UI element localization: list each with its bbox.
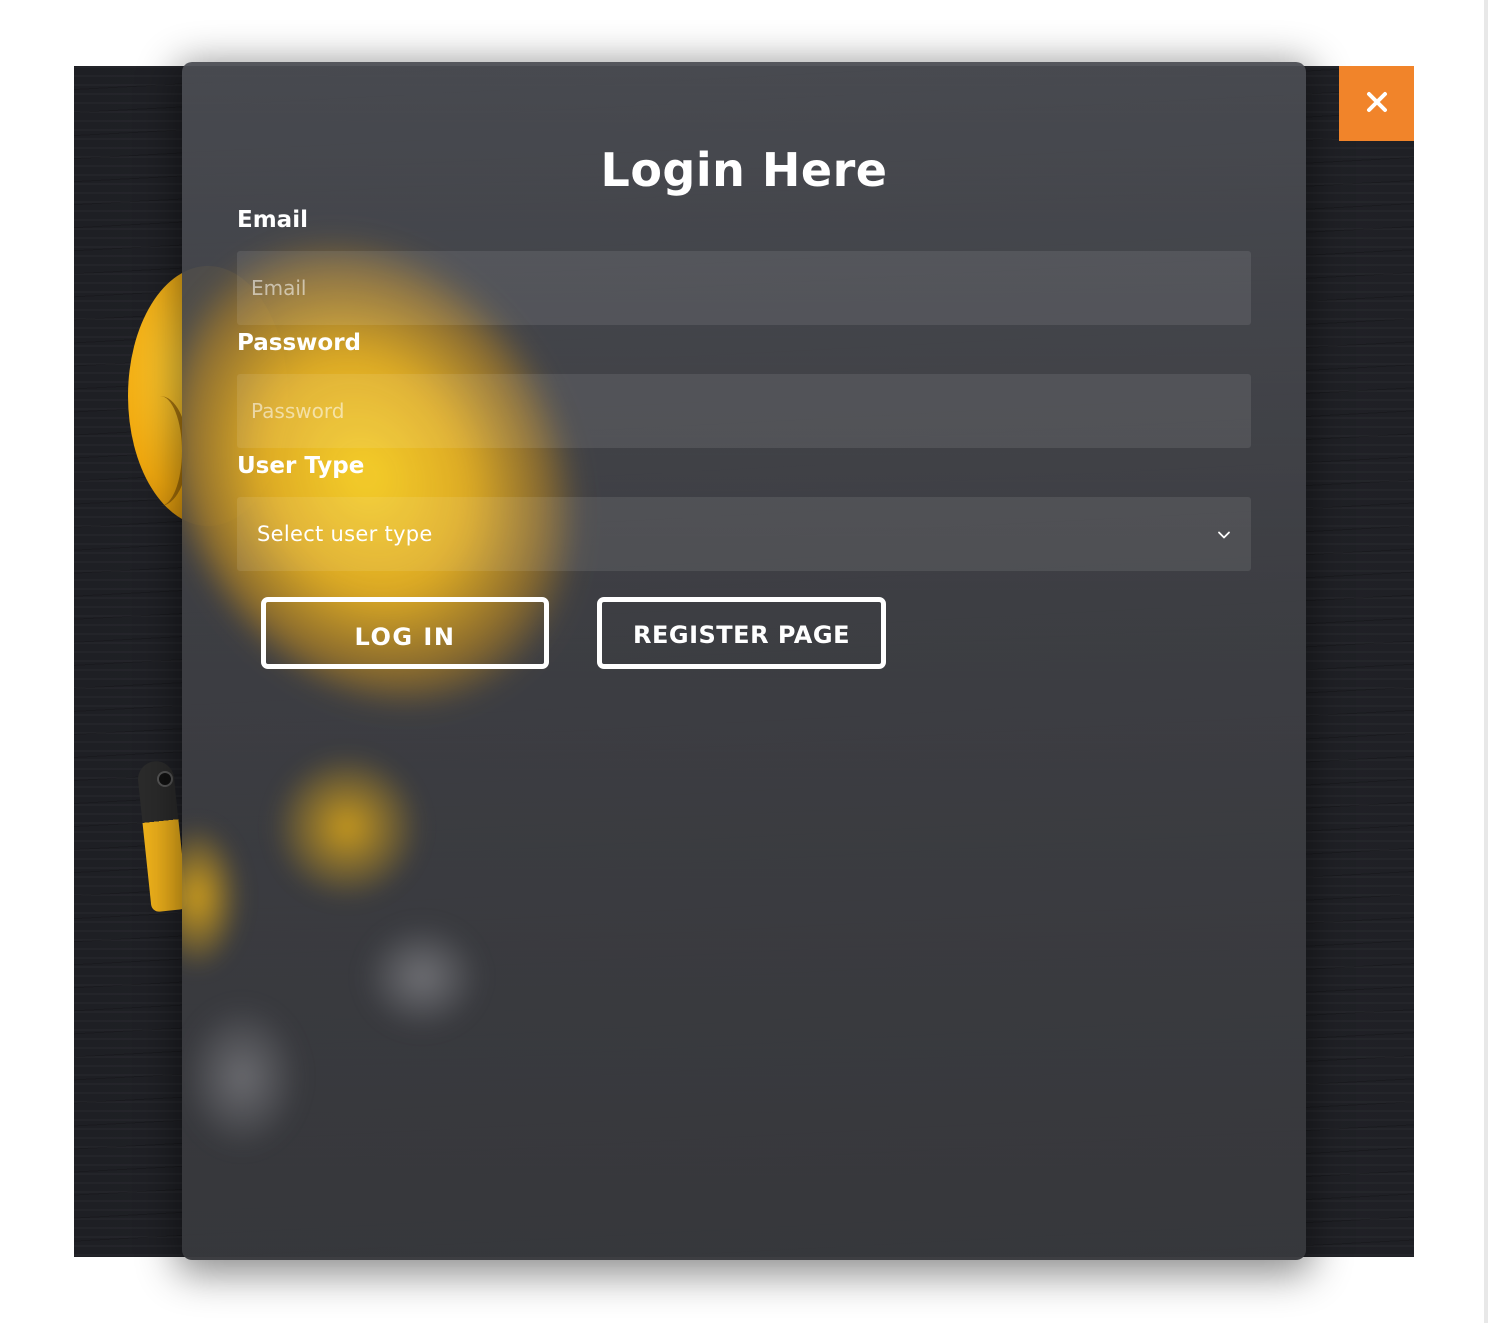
password-label: Password [237,330,361,356]
close-icon [1366,91,1388,117]
register-page-button[interactable]: REGISTER PAGE [597,597,886,669]
login-button[interactable]: LOG IN [261,597,549,669]
user-type-select[interactable]: Select user type [237,497,1251,571]
page: Login Here Email Password User Type Sele… [0,0,1488,1323]
blurred-pliers [272,752,422,902]
tool-hole [157,771,173,787]
login-modal: Login Here Email Password User Type Sele… [182,62,1306,1260]
email-input[interactable] [237,251,1251,325]
user-type-label: User Type [237,453,365,479]
user-type-selected: Select user type [257,522,433,546]
hard-hat-rim [132,396,188,506]
chevron-down-icon [1217,527,1231,541]
scrollbar[interactable] [1484,0,1488,1323]
blurred-screwdriver [182,822,242,972]
modal-title: Login Here [600,143,888,197]
email-label: Email [237,207,308,233]
close-button[interactable] [1339,66,1414,141]
password-input[interactable] [237,374,1251,448]
blurred-tool-tip [362,922,482,1032]
blurred-tool-tip-2 [182,1002,302,1152]
